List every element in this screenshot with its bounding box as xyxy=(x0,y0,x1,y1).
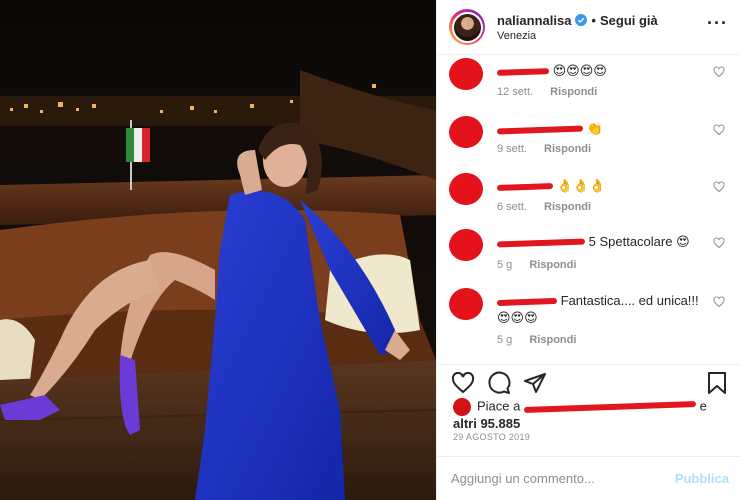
following-button[interactable]: Segui già xyxy=(600,13,658,28)
comment-avatar[interactable] xyxy=(446,285,486,323)
reply-button[interactable]: Rispondi xyxy=(544,143,591,155)
comment-text: 👌👌👌 xyxy=(496,177,707,194)
verified-badge-icon xyxy=(575,14,588,26)
likes-count-link[interactable]: altri 95.885 xyxy=(453,416,520,431)
header-line: naliannalisa • Segui già xyxy=(497,13,707,28)
comment-time: 9 sett. xyxy=(497,143,527,155)
comment-time: 12 sett. xyxy=(497,86,534,98)
share-icon[interactable] xyxy=(523,371,547,395)
comment-meta: 5 g Rispondi xyxy=(497,334,576,346)
reply-button[interactable]: Rispondi xyxy=(529,259,576,271)
reply-button[interactable]: Rispondi xyxy=(550,86,597,98)
header-separator: • xyxy=(591,12,596,28)
post-actions-bar xyxy=(437,364,740,398)
reply-button[interactable]: Rispondi xyxy=(529,334,576,346)
redacted-username xyxy=(496,67,550,76)
instagram-post: naliannalisa • Segui già Venezia ··· � xyxy=(0,0,740,500)
comment-content-line2: 😍😍😍 xyxy=(497,310,538,325)
comment-input[interactable] xyxy=(451,471,675,486)
more-options-icon[interactable]: ··· xyxy=(707,13,728,42)
post-photo[interactable] xyxy=(0,0,436,500)
comment-avatar[interactable] xyxy=(446,170,486,208)
comment-like-icon[interactable] xyxy=(713,237,725,249)
likes-prefix: Piace a xyxy=(477,398,521,414)
comment-time: 5 g xyxy=(497,259,513,271)
redacted-username xyxy=(496,297,558,306)
reply-button[interactable]: Rispondi xyxy=(544,201,591,213)
comment-meta: 12 sett. Rispondi xyxy=(497,86,597,98)
likes-suffix: e xyxy=(699,398,707,414)
redacted-username xyxy=(496,125,584,135)
like-icon[interactable] xyxy=(451,371,475,395)
add-comment-bar: Pubblica xyxy=(437,456,740,500)
comment-content: Fantastica.... ed unica!!! xyxy=(560,293,699,308)
comment-text: 😍😍😍😍 xyxy=(496,62,707,79)
comment-content: 😍😍😍😍 xyxy=(552,63,607,78)
post-header: naliannalisa • Segui già Venezia ··· xyxy=(437,0,740,55)
avatar-image xyxy=(451,11,483,43)
post-side-panel: naliannalisa • Segui già Venezia ··· � xyxy=(436,0,740,500)
comment-time: 6 sett. xyxy=(497,201,527,213)
location-link[interactable]: Venezia xyxy=(497,30,707,42)
comment-like-icon[interactable] xyxy=(713,66,725,78)
comment-meta: 9 sett. Rispondi xyxy=(497,143,591,155)
header-text: naliannalisa • Segui già Venezia xyxy=(497,13,707,42)
liker-avatar[interactable] xyxy=(453,398,471,416)
redacted-username xyxy=(496,182,554,191)
redacted-username xyxy=(496,238,586,248)
comment-time: 5 g xyxy=(497,334,513,346)
save-icon[interactable] xyxy=(705,371,729,395)
comment-icon[interactable] xyxy=(487,371,511,395)
comment-text: 5 Spettacolare 😍 xyxy=(496,233,707,250)
comment-like-icon[interactable] xyxy=(713,296,725,308)
comment-content: 5 Spettacolare 😍 xyxy=(588,234,690,249)
comments-list[interactable]: 😍😍😍😍 12 sett. Rispondi 👏 9 sett. Rispond… xyxy=(437,56,740,364)
comment-like-icon[interactable] xyxy=(713,124,725,136)
comment-meta: 6 sett. Rispondi xyxy=(497,201,591,213)
comment-text: Fantastica.... ed unica!!! 😍😍😍 xyxy=(496,292,707,326)
photo-image xyxy=(0,0,436,500)
comment-avatar[interactable] xyxy=(446,56,486,93)
username-link[interactable]: naliannalisa xyxy=(497,13,571,28)
comment-avatar[interactable] xyxy=(446,113,486,151)
profile-avatar[interactable] xyxy=(449,9,485,45)
comment-content: 👏 xyxy=(586,121,603,136)
comment-like-icon[interactable] xyxy=(713,181,725,193)
comment-text: 👏 xyxy=(496,120,707,137)
comment-avatar[interactable] xyxy=(446,226,486,264)
likes-summary: Piace a e altri 95.885 xyxy=(453,398,733,431)
publish-button[interactable]: Pubblica xyxy=(675,471,729,486)
comment-meta: 5 g Rispondi xyxy=(497,259,576,271)
post-date[interactable]: 29 AGOSTO 2019 xyxy=(453,432,530,442)
comment-content: 👌👌👌 xyxy=(556,178,606,193)
redacted-liker xyxy=(523,401,697,413)
